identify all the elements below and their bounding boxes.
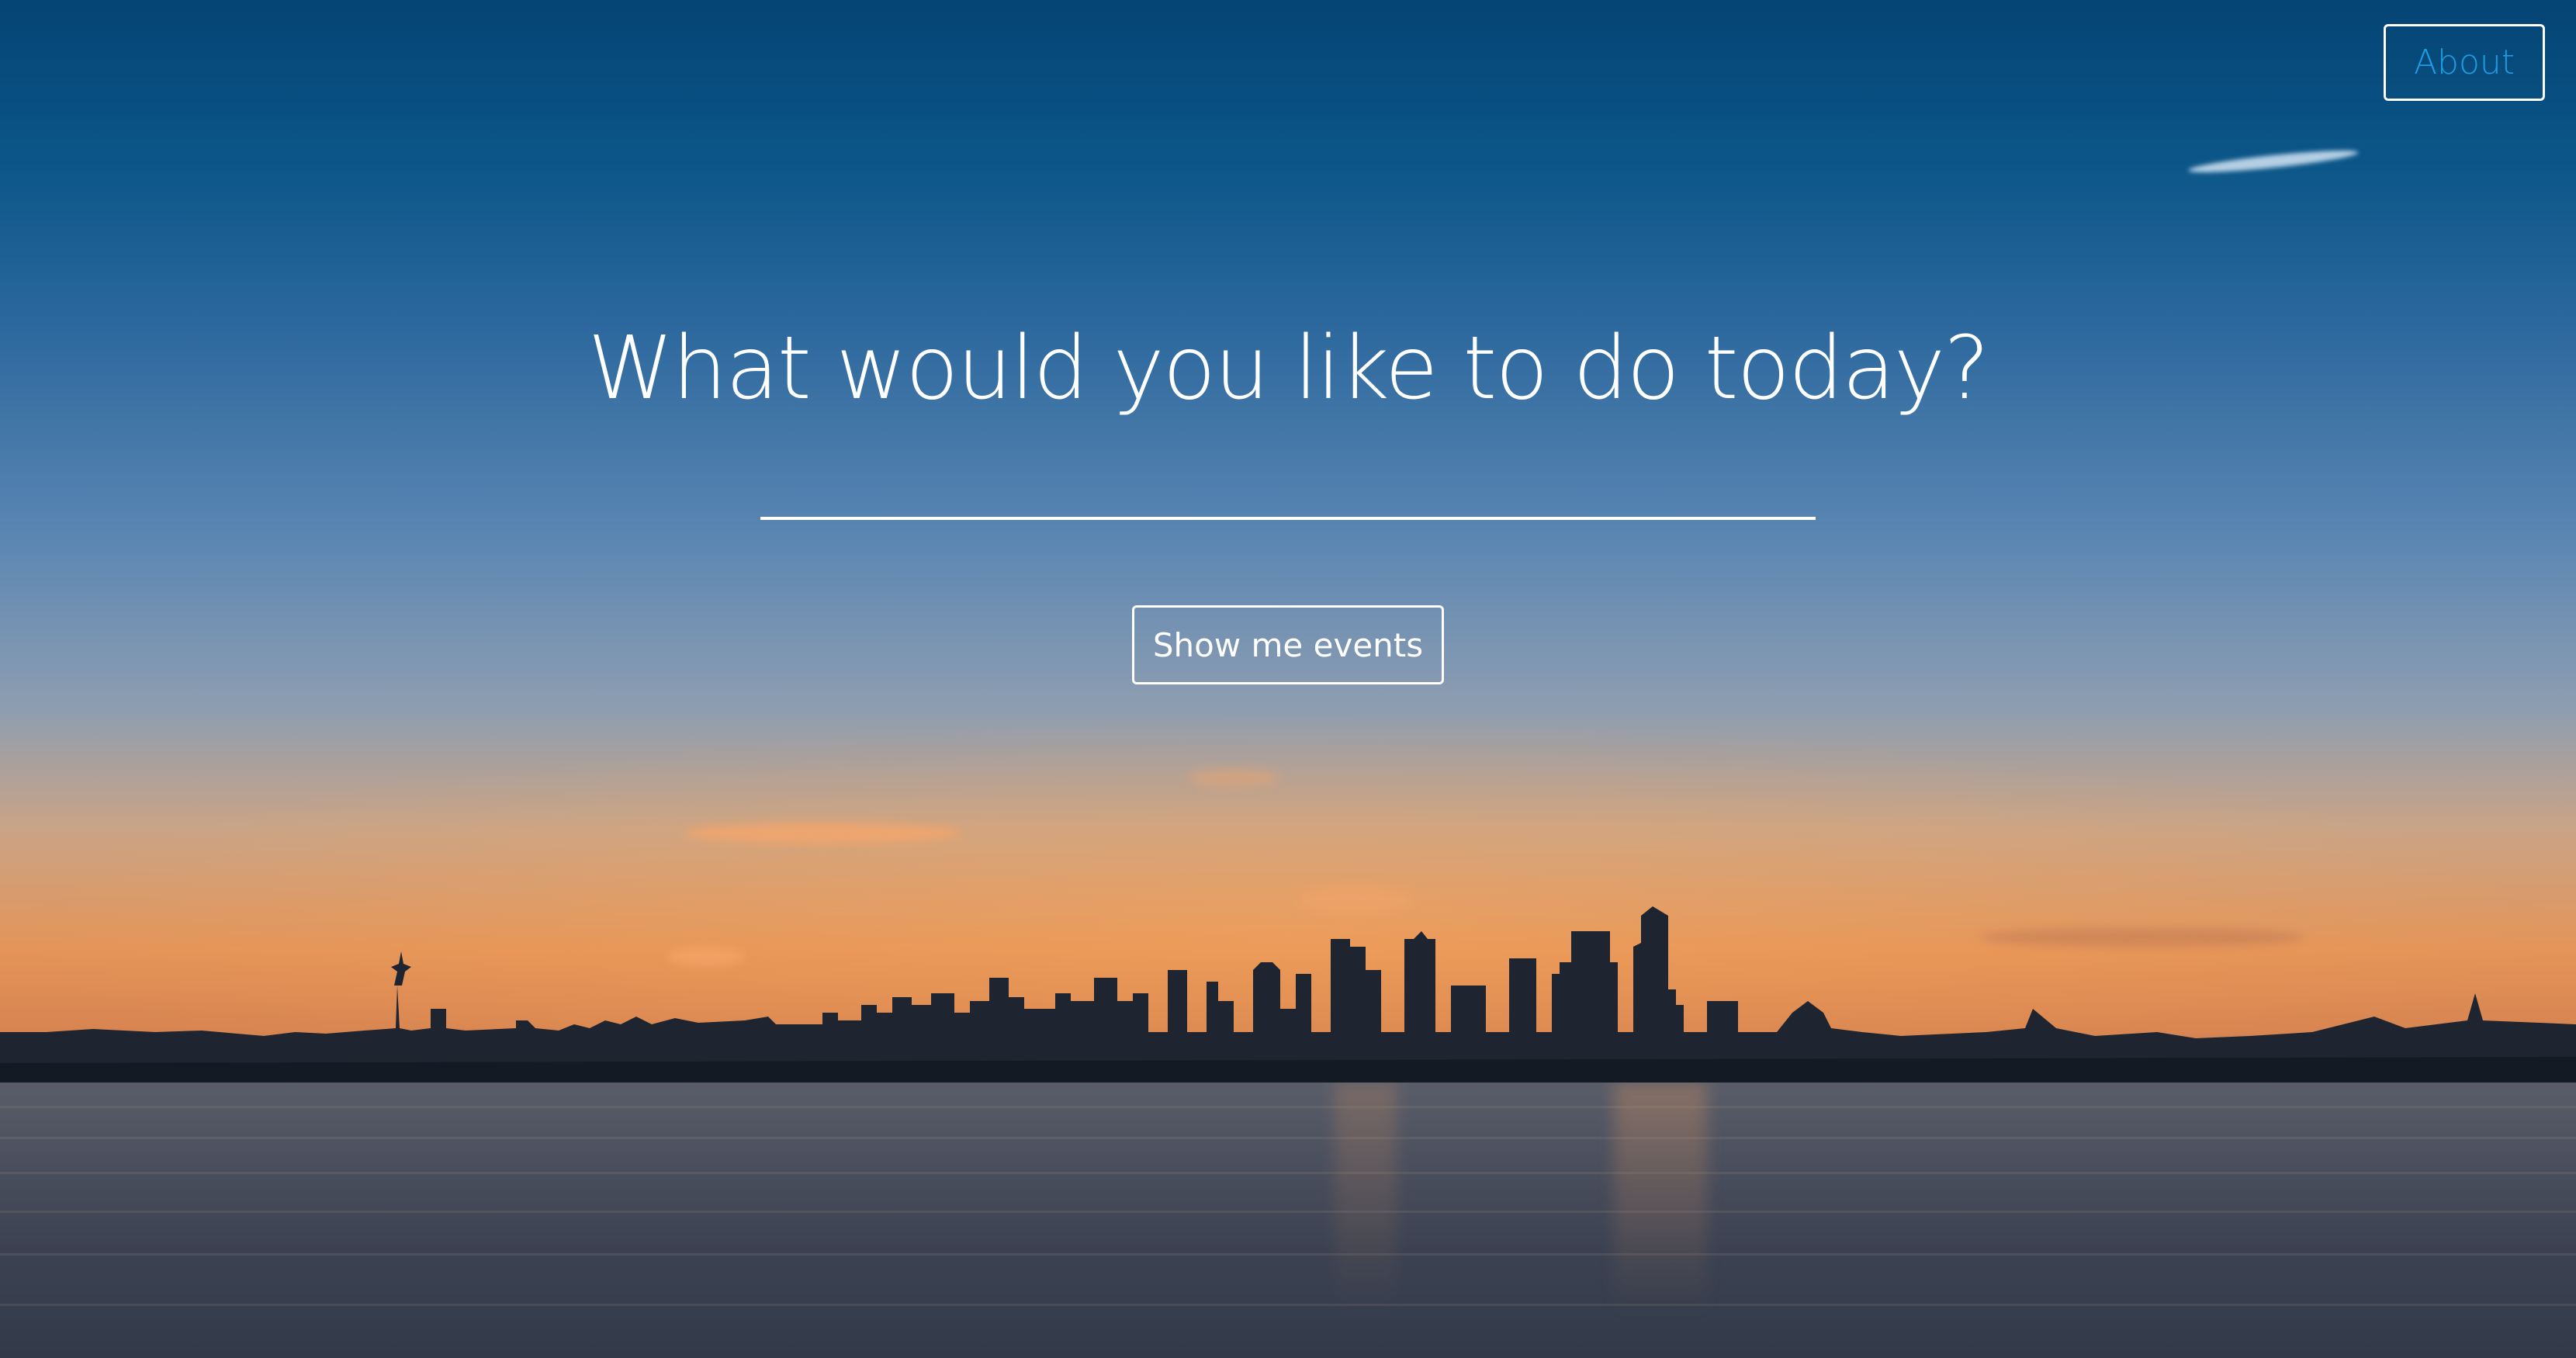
about-button[interactable]: About <box>2384 24 2545 101</box>
ripple <box>0 1211 2576 1213</box>
ripple <box>0 1304 2576 1306</box>
cloud <box>683 823 962 844</box>
water <box>0 1083 2576 1358</box>
show-events-button[interactable]: Show me events <box>1132 605 1444 684</box>
cloud-wisp <box>2187 146 2360 177</box>
ripple <box>0 1137 2576 1139</box>
landing-page: About What would you like to do today? S… <box>0 0 2576 1358</box>
reflection <box>1614 1083 1707 1315</box>
hero-section: What would you like to do today? Show me… <box>0 310 2576 684</box>
ripple <box>0 1106 2576 1108</box>
activity-input[interactable] <box>760 466 1816 520</box>
ripple <box>0 1253 2576 1256</box>
cloud <box>1187 768 1280 787</box>
city-skyline <box>0 906 2576 1102</box>
reflection <box>1335 1083 1397 1315</box>
page-title: What would you like to do today? <box>587 318 1990 419</box>
ripple <box>0 1172 2576 1174</box>
